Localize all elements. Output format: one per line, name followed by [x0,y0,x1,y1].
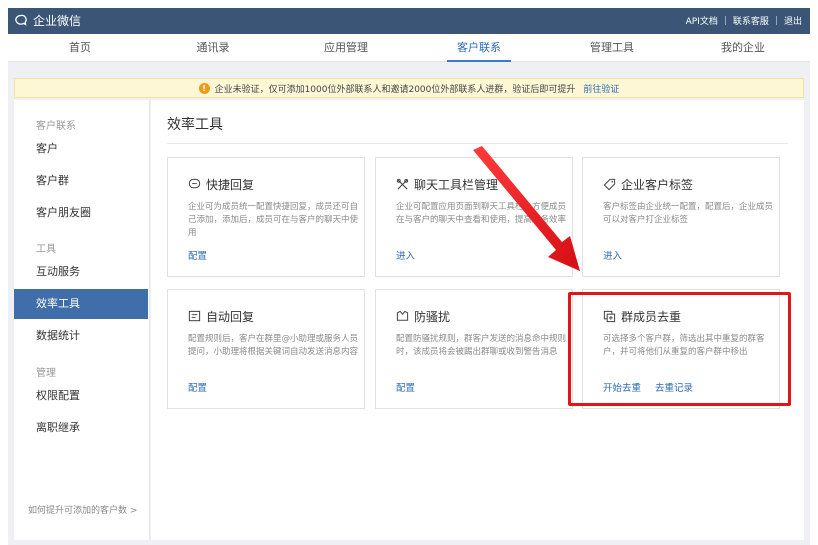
tag-icon [603,178,616,191]
card-header: 防骚扰 [396,308,450,325]
card-auto-reply: 自动回复 配置规则后，客户在群里@小助理或服务人员提问，小助理将根据关键词自动发… [167,289,365,409]
warning-icon: ! [198,82,210,94]
sidebar-item-interactive-service[interactable]: 互动服务 [14,257,148,287]
card-header: 群成员去重 [603,308,681,325]
divider [167,143,788,144]
card-title: 群成员去重 [621,310,682,324]
card-header: 聊天工具栏管理 [396,176,498,193]
card-header: 快捷回复 [188,176,254,193]
card-actions: 配置 [188,380,221,394]
card-group-dedupe: 群成员去重 可选择多个客户群，筛选出其中重复的群客户，并可将他们从重复的客户群中… [582,289,780,409]
app-name: 企业微信 [33,14,82,28]
card-description: 配置规则后，客户在群里@小助理或服务人员提问，小助理将根据关键词自动发送消息内容 [188,334,359,357]
api-docs-link[interactable]: API文档 [686,14,718,27]
contact-support-link[interactable]: 联系客服 [733,14,769,27]
nav-customer-contact[interactable]: 客户联系 [429,34,529,62]
sidebar-item-data-stats[interactable]: 数据统计 [14,321,148,351]
brand[interactable]: 企业微信 [14,12,81,29]
configure-link[interactable]: 配置 [188,248,207,262]
nav-apps[interactable]: 应用管理 [296,34,396,62]
top-bar: 企业微信 API文档 | 联系客服 | 退出 [8,8,810,34]
enter-link[interactable]: 进入 [396,248,415,262]
card-description: 企业可为成员统一配置快捷回复，成员还可自己添加，添加后，成员可在与客户的聊天中使… [188,202,359,238]
increase-limit-link[interactable]: 如何提升可添加的客户数 > [28,503,137,516]
card-title: 企业客户标签 [621,178,694,192]
sidebar: 客户联系 客户 客户群 客户朋友圈 工具 互动服务 效率工具 数据统计 管理 权… [14,100,150,540]
nav-my-enterprise[interactable]: 我的企业 [693,34,793,62]
card-description: 企业可配置应用页面到聊天工具栏，方便成员在与客户的聊天中查看和使用，提高服务效率 [396,202,567,225]
divider: | [723,15,727,26]
sidebar-item-resign-inherit[interactable]: 离职继承 [14,413,148,443]
card-title: 聊天工具栏管理 [414,178,499,192]
sidebar-item-permissions[interactable]: 权限配置 [14,381,148,411]
start-dedupe-link[interactable]: 开始去重 [603,380,641,394]
nav-contacts[interactable]: 通讯录 [163,34,263,62]
card-title: 快捷回复 [206,178,255,192]
dedupe-history-link[interactable]: 去重记录 [655,380,693,394]
wecom-logo-icon [15,14,27,26]
message-icon [188,178,201,189]
sidebar-item-moments[interactable]: 客户朋友圈 [14,198,148,228]
card-description: 配置防骚扰规则，群客户发送的消息命中规则时，该成员将会被踢出群聊或收到警告消息 [396,334,567,357]
card-chat-toolbar: 聊天工具栏管理 企业可配置应用页面到聊天工具栏，方便成员在与客户的聊天中查看和使… [375,157,573,277]
card-quick-reply: 快捷回复 企业可为成员统一配置快捷回复，成员还可自己添加，添加后，成员可在与客户… [167,157,365,277]
card-description: 客户标签由企业统一配置，配置后，企业成员可以对客户打企业标签 [603,202,774,225]
sidebar-section-customer: 客户联系 [36,121,76,132]
configure-link[interactable]: 配置 [188,380,207,394]
sidebar-item-customer[interactable]: 客户 [14,134,148,164]
card-customer-tags: 企业客户标签 客户标签由企业统一配置，配置后，企业成员可以对客户打企业标签 进入 [582,157,780,277]
card-header: 企业客户标签 [603,176,693,193]
main-nav: 首页 通讯录 应用管理 客户联系 管理工具 我的企业 [8,34,810,62]
divider: | [774,15,778,26]
card-actions: 进入 [396,248,429,262]
sidebar-section-manage: 管理 [36,368,56,379]
card-actions: 配置 [396,380,429,394]
nav-management-tools[interactable]: 管理工具 [562,34,662,62]
main-panel: 效率工具 快捷回复 企业可为成员统一配置快捷回复，成员还可自己添加，添加后，成员… [151,100,804,540]
card-actions: 配置 [188,248,221,262]
configure-link[interactable]: 配置 [396,380,415,394]
sidebar-item-efficiency-tools[interactable]: 效率工具 [14,289,148,319]
tools-icon [396,178,409,190]
card-anti-harassment: 防骚扰 配置防骚扰规则，群客户发送的消息命中规则时，该成员将会被踢出群聊或收到警… [375,289,573,409]
logout-link[interactable]: 退出 [784,14,802,27]
card-title: 防骚扰 [414,310,451,324]
card-header: 自动回复 [188,308,254,325]
verify-link[interactable]: 前往验证 [583,82,619,95]
sidebar-item-customer-group[interactable]: 客户群 [14,166,148,196]
enter-link[interactable]: 进入 [603,248,622,262]
nav-home[interactable]: 首页 [30,34,130,62]
sidebar-section-tools: 工具 [36,244,56,255]
card-title: 自动回复 [206,310,255,324]
top-links: API文档 | 联系客服 | 退出 [686,14,802,28]
notice-text: 企业未验证，仅可添加1000位外部联系人和邀请2000位外部联系人进群，验证后即… [214,84,576,95]
card-actions: 开始去重 去重记录 [603,380,707,394]
shield-icon [396,310,409,321]
verification-notice: ! 企业未验证，仅可添加1000位外部联系人和邀请2000位外部联系人进群，验证… [14,78,804,98]
card-actions: 进入 [603,248,636,262]
dedupe-icon [603,310,616,323]
auto-reply-icon [188,310,201,322]
card-description: 可选择多个客户群，筛选出其中重复的群客户，并可将他们从重复的客户群中移出 [603,334,765,357]
page-title: 效率工具 [167,117,223,133]
